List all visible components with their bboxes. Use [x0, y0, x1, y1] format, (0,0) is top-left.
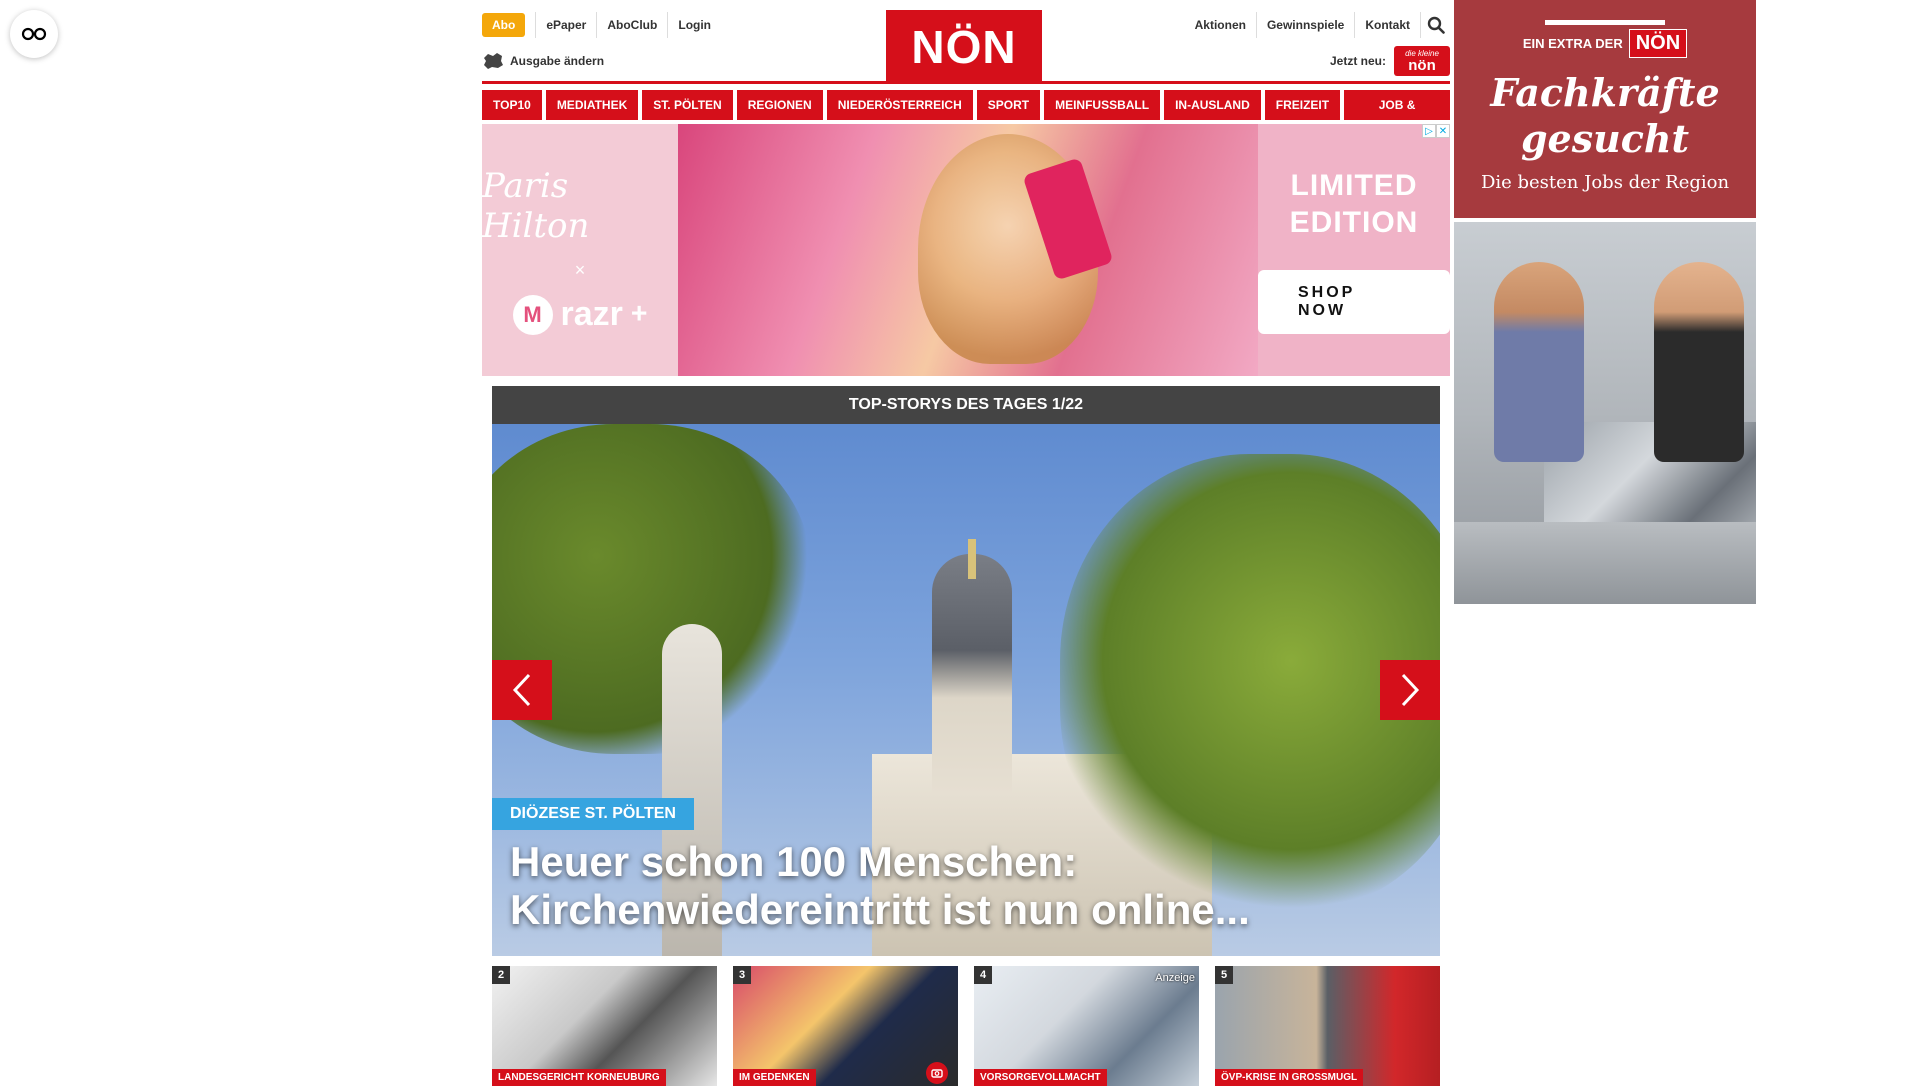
hero-spire	[968, 539, 976, 579]
ad-headline: LIMITED EDITION	[1289, 168, 1419, 240]
jetzt-neu: Jetzt neu: die kleine nön	[1330, 46, 1450, 76]
site-header: Abo ePaper AboClub Login Ausgabe ändern …	[482, 0, 1450, 84]
thumbnail-image	[1215, 966, 1440, 1086]
ad-brand: razr	[560, 295, 623, 333]
motorola-icon: M	[512, 294, 553, 335]
ausgabe-label: Ausgabe ändern	[510, 54, 605, 68]
sidebar-ad-header: EIN EXTRA DER NÖN Fachkräfte gesucht Die…	[1454, 0, 1756, 218]
chevron-left-icon	[512, 673, 531, 707]
thumbnail-label: VORSORGEVOLLMACHT	[974, 1069, 1107, 1086]
gewinnspiele-link[interactable]: Gewinnspiele	[1255, 12, 1354, 38]
glasses-icon	[21, 27, 47, 41]
right-nav: Aktionen Gewinnspiele Kontakt	[1185, 12, 1450, 38]
nav-niederoesterreich[interactable]: NIEDERÖSTERREICH	[826, 90, 973, 120]
thumbnail-label: IM GEDENKEN	[733, 1069, 816, 1086]
aktionen-link[interactable]: Aktionen	[1185, 12, 1256, 38]
shop-now-button[interactable]: SHOP NOW	[1258, 269, 1450, 334]
ad-cta-panel: LIMITED EDITION SHOP NOW	[1258, 124, 1450, 376]
ad-banner[interactable]: Paris Hilton × M razr + LIMITED EDITION S…	[482, 124, 1450, 376]
non-logo[interactable]: NÖN	[886, 10, 1042, 84]
sidebar-ad-photo	[1454, 222, 1756, 604]
category-nav: TOP10 MEDIATHEK ST. PÖLTEN REGIONEN NIED…	[482, 90, 1450, 142]
nav-freizeit[interactable]: FREIZEIT	[1264, 90, 1341, 120]
hero-church-tower	[932, 554, 1012, 794]
ad-brand-sup: +	[630, 298, 648, 330]
login-link[interactable]: Login	[667, 12, 721, 38]
thumbnail-image	[974, 966, 1199, 1086]
ad-signature: Paris Hilton	[482, 165, 590, 246]
adchoices-icon[interactable]: ▷	[1422, 124, 1436, 138]
search-button[interactable]	[1420, 12, 1450, 38]
main-column: Abo ePaper AboClub Login Ausgabe ändern …	[482, 0, 1450, 1086]
ausgabe-aendern[interactable]: Ausgabe ändern	[482, 52, 604, 70]
sidebar-ad-sub: Die besten Jobs der Region	[1480, 172, 1730, 193]
thumbnail-number: 2	[492, 966, 510, 984]
ad-x: ×	[574, 259, 586, 280]
nav-meinfussball[interactable]: MEINFUSSBALL	[1044, 90, 1161, 120]
nav-regionen[interactable]: REGIONEN	[736, 90, 823, 120]
thumbnail-label: ÖVP-KRISE IN GROSSMUGL	[1215, 1069, 1364, 1086]
close-icon[interactable]: ✕	[1436, 124, 1450, 138]
nav-in-ausland[interactable]: IN-AUSLAND	[1164, 90, 1261, 120]
sidebar-ad[interactable]: EIN EXTRA DER NÖN Fachkräfte gesucht Die…	[1454, 0, 1756, 604]
kleine-non-text: nön	[1408, 56, 1436, 74]
chevron-right-icon	[1401, 673, 1420, 707]
ad-choices[interactable]: ▷ ✕	[1422, 124, 1450, 138]
top-stories: TOP-STORYS DES TAGES 1/22 DIÖZESE ST. PÖ…	[492, 386, 1440, 1086]
thumbnail-number: 5	[1215, 966, 1233, 984]
nav-mediathek[interactable]: MEDIATHEK	[545, 90, 639, 120]
story-tag[interactable]: DIÖZESE ST. PÖLTEN	[492, 798, 694, 830]
sidebar-ad-extra: EIN EXTRA DER NÖN	[1522, 29, 1688, 58]
thumbnail-story-5[interactable]: 5 ÖVP-KRISE IN GROSSMUGL	[1215, 966, 1440, 1086]
nav-st-poelten[interactable]: ST. PÖLTEN	[642, 90, 733, 120]
aboclub-link[interactable]: AboClub	[596, 12, 667, 38]
top-story-hero[interactable]: DIÖZESE ST. PÖLTEN Heuer schon 100 Mensc…	[492, 424, 1440, 956]
camera-icon	[926, 1062, 948, 1084]
top-nav: Abo ePaper AboClub Login	[482, 12, 721, 38]
ad-photo	[678, 124, 1258, 376]
kleine-non-logo[interactable]: die kleine nön	[1394, 46, 1450, 76]
thumbnail-image	[733, 966, 958, 1086]
sidebar-ad-bar	[1545, 20, 1665, 25]
prev-story-button[interactable]	[492, 660, 552, 720]
epaper-link[interactable]: ePaper	[535, 12, 596, 38]
abo-button[interactable]: Abo	[482, 13, 526, 37]
sidebar-ad-workbench	[1454, 522, 1756, 604]
kontakt-link[interactable]: Kontakt	[1354, 12, 1420, 38]
search-icon	[1427, 16, 1445, 34]
anzeige-badge: Anzeige	[1155, 972, 1195, 984]
sidebar-ad-extra-text: EIN EXTRA DER	[1522, 36, 1623, 51]
sidebar-ad-logo: NÖN	[1628, 29, 1688, 58]
lower-austria-map-icon	[484, 53, 503, 69]
thumbnail-image	[492, 966, 717, 1086]
top-stories-heading: TOP-STORYS DES TAGES 1/22	[492, 386, 1440, 424]
jetzt-neu-label: Jetzt neu:	[1329, 54, 1386, 68]
thumbnail-label: LANDESGERICHT KORNEUBURG	[492, 1069, 666, 1086]
nav-sport[interactable]: SPORT	[976, 90, 1041, 120]
thumbnail-story-4[interactable]: 4 Anzeige VORSORGEVOLLMACHT	[974, 966, 1199, 1086]
next-story-button[interactable]	[1380, 660, 1440, 720]
thumbnail-story-2[interactable]: 2 LANDESGERICHT KORNEUBURG	[492, 966, 717, 1086]
accessibility-toggle-button[interactable]	[10, 10, 58, 58]
nav-job-karriere[interactable]: JOB & KARRIERE	[1344, 90, 1450, 142]
sidebar-ad-headline: Fachkräfte gesucht	[1490, 70, 1720, 161]
sidebar-ad-person-1	[1494, 262, 1584, 462]
sidebar-ad-person-2	[1654, 262, 1744, 462]
thumbnail-number: 4	[974, 966, 992, 984]
story-thumbnails: 2 LANDESGERICHT KORNEUBURG 3 IM GEDENKEN…	[492, 966, 1440, 1086]
thumbnail-story-3[interactable]: 3 IM GEDENKEN	[733, 966, 958, 1086]
thumbnail-number: 3	[733, 966, 751, 984]
ad-brand-panel: Paris Hilton × M razr +	[482, 124, 678, 376]
nav-top10[interactable]: TOP10	[482, 90, 542, 120]
ad-razr-logo: M razr +	[512, 294, 648, 335]
story-title[interactable]: Heuer schon 100 Menschen: Kirchenwiedere…	[510, 838, 1360, 934]
